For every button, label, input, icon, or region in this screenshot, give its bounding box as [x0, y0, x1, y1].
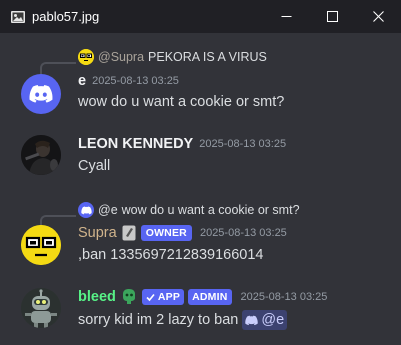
reply-text: PEKORA IS A VIRUS: [148, 50, 267, 64]
message-text: ,ban 1335697212839166014: [78, 247, 264, 263]
close-button[interactable]: [355, 0, 401, 33]
author-name[interactable]: bleed: [78, 289, 116, 305]
reply-text: wow do u want a cookie or smt?: [121, 203, 300, 217]
timestamp[interactable]: 2025-08-13 03:25: [200, 227, 287, 239]
image-file-icon: [10, 9, 26, 25]
minimize-button[interactable]: [263, 0, 309, 33]
timestamp[interactable]: 2025-08-13 03:25: [92, 75, 179, 87]
checkmark-icon: [146, 293, 155, 301]
message-header: bleed APP ADMIN 2025-08-13 03:25: [78, 288, 327, 306]
app-badge-label: APP: [157, 291, 181, 303]
role-icon[interactable]: [122, 225, 136, 241]
avatar[interactable]: [21, 225, 61, 265]
leon-photo-avatar: [21, 135, 61, 175]
robot-avatar: [21, 288, 61, 328]
maximize-button[interactable]: [309, 0, 355, 33]
message-text: sorry kid im 2 lazy to ban @e: [78, 310, 288, 330]
admin-badge: ADMIN: [188, 289, 232, 305]
timestamp[interactable]: 2025-08-13 03:25: [241, 291, 328, 303]
message-text-content: sorry kid im 2 lazy to ban: [78, 312, 239, 328]
author-name[interactable]: LEON KENNEDY: [78, 136, 193, 152]
avatar[interactable]: [21, 74, 61, 114]
discord-logo-icon: [245, 315, 259, 325]
author-name[interactable]: e: [78, 73, 86, 89]
message-header: LEON KENNEDY 2025-08-13 03:25: [78, 136, 286, 152]
supra-face-icon: [78, 49, 94, 65]
owner-badge: OWNER: [140, 225, 192, 241]
message-header: Supra OWNER 2025-08-13 03:25: [78, 225, 287, 241]
image-viewer-window: pablo57.jpg @Supra PEKORA IS A VIRUS e 2…: [0, 0, 401, 345]
window-title: pablo57.jpg: [32, 9, 100, 24]
timestamp[interactable]: 2025-08-13 03:25: [199, 138, 286, 150]
reply-preview[interactable]: @Supra PEKORA IS A VIRUS: [78, 49, 267, 65]
message-text: Cyall: [78, 158, 111, 174]
app-badge: APP: [141, 289, 185, 305]
user-mention[interactable]: @e: [242, 310, 288, 330]
supra-face-icon: [21, 225, 61, 265]
title-bar[interactable]: pablo57.jpg: [0, 0, 401, 33]
avatar[interactable]: [21, 288, 61, 328]
maximize-icon: [326, 11, 338, 22]
reply-preview[interactable]: @e wow do u want a cookie or smt?: [78, 202, 300, 218]
discord-logo-icon: [78, 202, 94, 218]
message-list: @Supra PEKORA IS A VIRUS e 2025-08-13 03…: [0, 33, 401, 345]
minimize-icon: [281, 16, 291, 17]
reply-spine: [40, 62, 76, 74]
message-text: wow do u want a cookie or smt?: [78, 94, 285, 110]
role-icon[interactable]: [121, 288, 137, 306]
avatar[interactable]: [21, 135, 61, 175]
discord-logo-icon: [29, 85, 53, 103]
close-icon: [372, 11, 384, 22]
message-header: e 2025-08-13 03:25: [78, 73, 179, 89]
mention-label: @e: [261, 312, 285, 328]
reply-author[interactable]: @e: [98, 203, 118, 217]
reply-author[interactable]: @Supra: [98, 50, 144, 64]
author-name[interactable]: Supra: [78, 225, 117, 241]
